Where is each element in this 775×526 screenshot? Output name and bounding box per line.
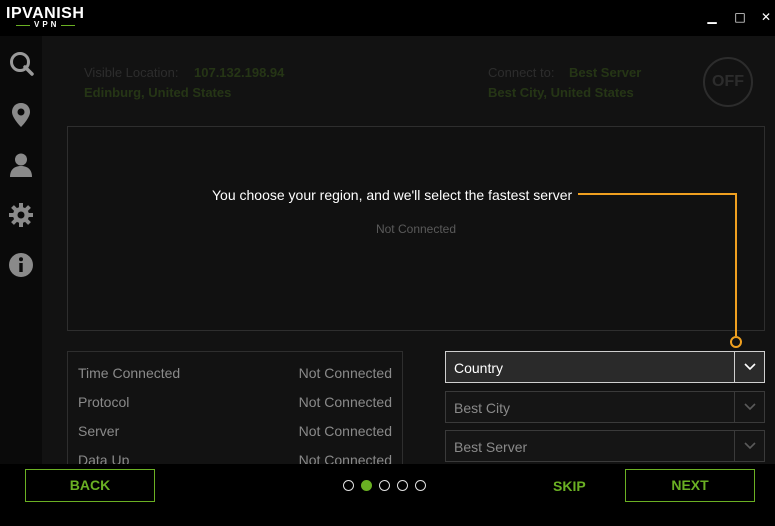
tutorial-tip: You choose your region, and we'll select…: [212, 187, 573, 203]
ip-address: 107.132.198.94: [194, 65, 285, 80]
connect-city: Best City, United States: [488, 85, 634, 100]
power-toggle-button[interactable]: OFF: [703, 57, 753, 107]
minimize-button[interactable]: ▁: [703, 8, 721, 26]
user-icon[interactable]: [8, 152, 34, 178]
sidebar: [0, 36, 42, 526]
step-dot[interactable]: [397, 480, 408, 491]
close-button[interactable]: ✕: [757, 8, 775, 26]
stat-value: Not Connected: [298, 423, 392, 439]
step-dot[interactable]: [343, 480, 354, 491]
next-button[interactable]: NEXT: [625, 469, 755, 502]
stat-row: Time Connected Not Connected: [78, 365, 392, 385]
stat-label: Protocol: [78, 394, 130, 410]
search-icon[interactable]: [8, 50, 34, 76]
server-select-value: Best Server: [454, 439, 528, 455]
map-connection-status: Not Connected: [375, 222, 457, 236]
gear-icon[interactable]: [8, 202, 34, 228]
title-bar: IPVANISH VPN ▁ □ ✕: [0, 0, 775, 36]
stat-value: Not Connected: [298, 365, 392, 381]
maximize-button[interactable]: □: [731, 8, 749, 26]
connect-to-label: Connect to:: [488, 65, 555, 80]
step-dot-active[interactable]: [361, 480, 372, 491]
stat-label: Time Connected: [78, 365, 181, 381]
chevron-down-icon[interactable]: [734, 352, 764, 382]
stat-label: Server: [78, 423, 120, 439]
location-pin-icon[interactable]: [8, 102, 34, 128]
connect-server: Best Server: [569, 65, 642, 80]
tip-connector-dot: [730, 336, 742, 348]
visible-city: Edinburg, United States: [84, 85, 232, 100]
skip-button[interactable]: SKIP: [553, 478, 586, 494]
info-icon[interactable]: [8, 252, 34, 278]
logo-subtext: VPN: [15, 20, 77, 29]
ipvanish-logo: IPVANISH VPN: [6, 5, 90, 29]
tip-connector-vertical: [735, 193, 737, 336]
stat-value: Not Connected: [298, 394, 392, 410]
tip-connector-horizontal: [578, 193, 737, 195]
city-select[interactable]: Best City: [445, 391, 765, 423]
server-select[interactable]: Best Server: [445, 430, 765, 462]
connection-stats-panel: Time Connected Not Connected Protocol No…: [67, 351, 403, 467]
visible-location-label: Visible Location:: [84, 65, 179, 80]
stat-row: Protocol Not Connected: [78, 394, 392, 414]
chevron-down-icon[interactable]: [734, 392, 764, 422]
chevron-down-icon[interactable]: [734, 431, 764, 461]
stat-row: Server Not Connected: [78, 423, 392, 443]
back-button[interactable]: BACK: [25, 469, 155, 502]
country-select-value: Country: [454, 360, 504, 376]
step-dot[interactable]: [415, 480, 426, 491]
city-select-value: Best City: [454, 400, 511, 416]
step-dot[interactable]: [379, 480, 390, 491]
country-select[interactable]: Country: [445, 351, 765, 383]
